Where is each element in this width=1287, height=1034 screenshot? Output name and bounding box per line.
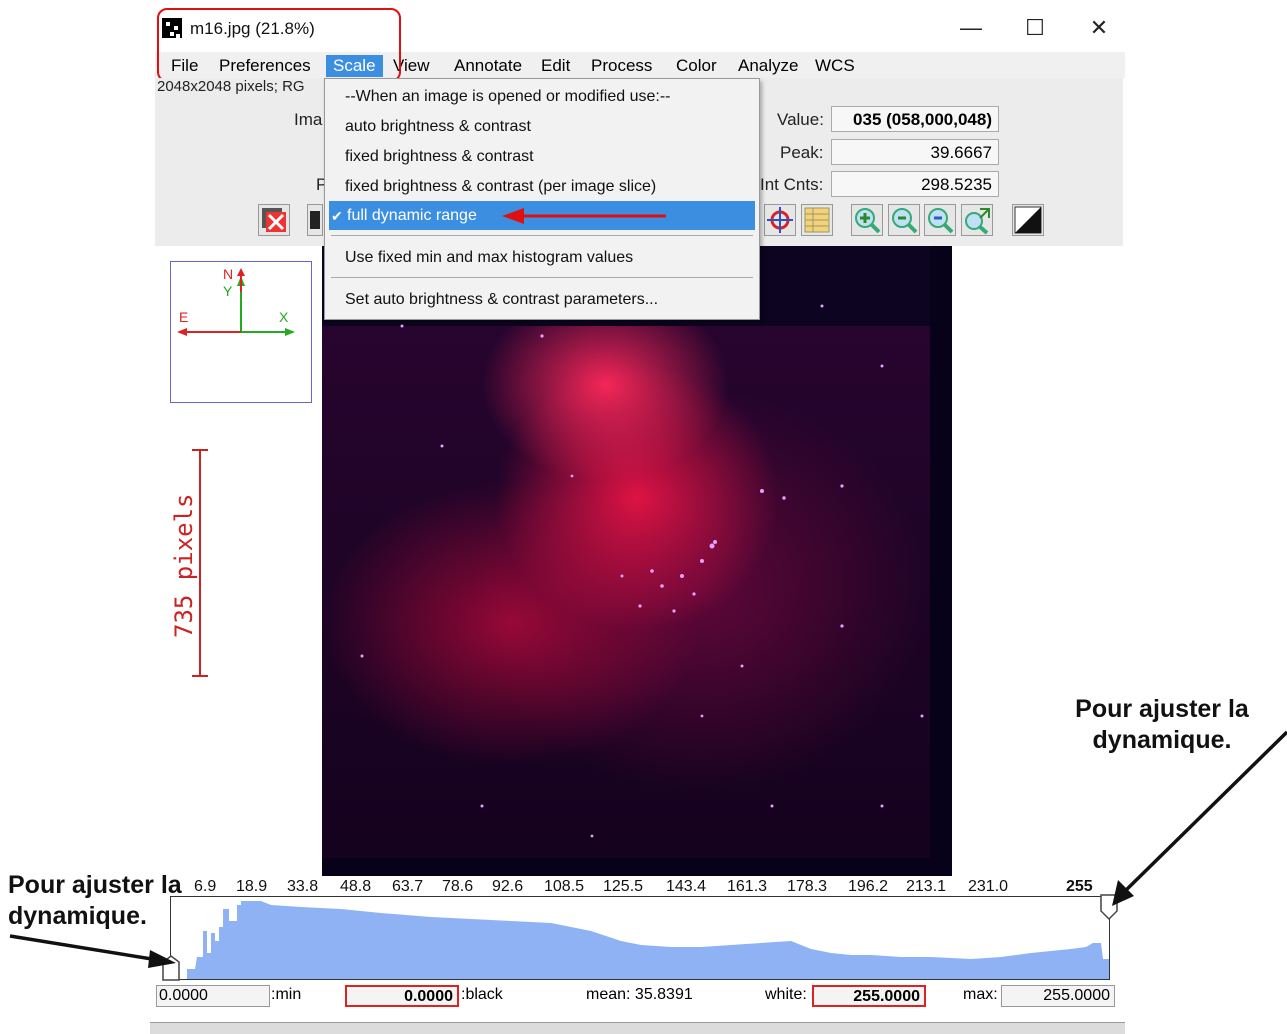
maximize-button[interactable]: ☐ [1012, 10, 1058, 46]
intcnts-label: Int Cnts: [760, 175, 824, 194]
compass-y: Y [223, 283, 233, 299]
menu-option-set-auto-params[interactable]: Set auto brightness & contrast parameter… [345, 287, 658, 313]
tick-label: 108.5 [544, 878, 585, 895]
annotation-left: Pour ajuster la dynamique. [8, 871, 182, 930]
max-label: max: [963, 986, 998, 1003]
peak-field: 39.6667 [831, 139, 999, 165]
dropdown-header: --When an image is opened or modified us… [345, 88, 671, 105]
tick-label: 213.1 [906, 878, 947, 895]
scale-dropdown-menu: --When an image is opened or modified us… [324, 78, 760, 320]
mean-label: mean: 35.8391 [586, 986, 693, 1003]
menu-option-full-dynamic-label[interactable]: full dynamic range [347, 203, 477, 229]
histogram-plot [187, 901, 1109, 979]
ima-label: Ima [294, 110, 323, 129]
tick-label: 161.3 [727, 878, 768, 895]
menu-wcs[interactable]: WCS [808, 55, 862, 77]
zoom-out-icon[interactable] [924, 204, 956, 236]
table-icon[interactable] [801, 204, 833, 236]
zoom-in-plus-icon[interactable] [851, 204, 883, 236]
tick-label: 48.8 [340, 878, 372, 895]
menu-option-fixed-minmax[interactable]: Use fixed min and max histogram values [345, 245, 633, 271]
tick-label: 196.2 [848, 878, 889, 895]
tick-label: 92.6 [492, 878, 524, 895]
tick-label: 143.4 [666, 878, 707, 895]
menu-annotate[interactable]: Annotate [447, 55, 529, 77]
menu-separator [331, 277, 753, 278]
tick-label: 125.5 [603, 878, 644, 895]
black-label: :black [461, 986, 503, 1003]
scale-bar-label: 735 pixels [170, 493, 198, 639]
tick-label: 6.9 [194, 878, 217, 895]
min-field[interactable]: 0.0000 [156, 985, 270, 1007]
menu-process[interactable]: Process [584, 55, 659, 77]
menu-option-auto-bc[interactable]: auto brightness & contrast [345, 114, 531, 140]
max-field[interactable]: 255.0000 [1001, 985, 1115, 1007]
zoom-fit-icon[interactable] [961, 204, 993, 236]
value-label: Value: [777, 110, 824, 129]
check-icon: ✔ [331, 208, 343, 224]
white-label: white: [765, 986, 807, 1003]
contrast-icon[interactable] [1012, 204, 1044, 236]
black-arrow-right [1112, 730, 1287, 906]
black-arrow-left [9, 934, 176, 968]
compass-north: N [223, 266, 234, 282]
value-field: 035 (058,000,048) [831, 106, 999, 132]
title-highlight-box [157, 8, 401, 82]
menu-separator [331, 235, 753, 236]
intcnts-field: 298.5235 [831, 171, 999, 197]
black-field[interactable]: 0.0000 [345, 985, 459, 1007]
tick-label: 18.9 [236, 878, 268, 895]
histogram-panel[interactable] [170, 896, 1110, 980]
tick-label: 231.0 [968, 878, 1009, 895]
delete-layer-icon[interactable] [258, 204, 290, 236]
tick-label: 178.3 [787, 878, 828, 895]
tick-label: 255 [1066, 878, 1093, 895]
peak-label: Peak: [780, 143, 824, 162]
menu-edit[interactable]: Edit [534, 55, 577, 77]
close-button[interactable]: ✕ [1076, 10, 1122, 46]
white-field[interactable]: 255.0000 [812, 985, 926, 1007]
zoom-in-icon[interactable] [888, 204, 920, 236]
crosshair-icon[interactable] [764, 204, 796, 236]
compass-east: E [179, 309, 189, 325]
menu-option-fixed-bc[interactable]: fixed brightness & contrast [345, 144, 534, 170]
minimize-button[interactable]: — [948, 10, 994, 46]
taskbar-strip [150, 1022, 1125, 1034]
orientation-compass: N Y E X [170, 261, 312, 403]
menu-color[interactable]: Color [669, 55, 724, 77]
partial-tool-icon[interactable] [307, 204, 323, 236]
tick-label: 63.7 [392, 878, 424, 895]
min-label: :min [271, 986, 302, 1003]
star-field [360, 304, 924, 838]
image-info: 2048x2048 pixels; RG [157, 78, 305, 95]
red-arrow-annotation [502, 208, 666, 224]
compass-x: X [279, 309, 289, 325]
tick-label: 33.8 [287, 878, 319, 895]
menu-option-fixed-bc-slice[interactable]: fixed brightness & contrast (per image s… [345, 174, 656, 200]
tick-label: 78.6 [442, 878, 474, 895]
menu-analyze[interactable]: Analyze [731, 55, 805, 77]
